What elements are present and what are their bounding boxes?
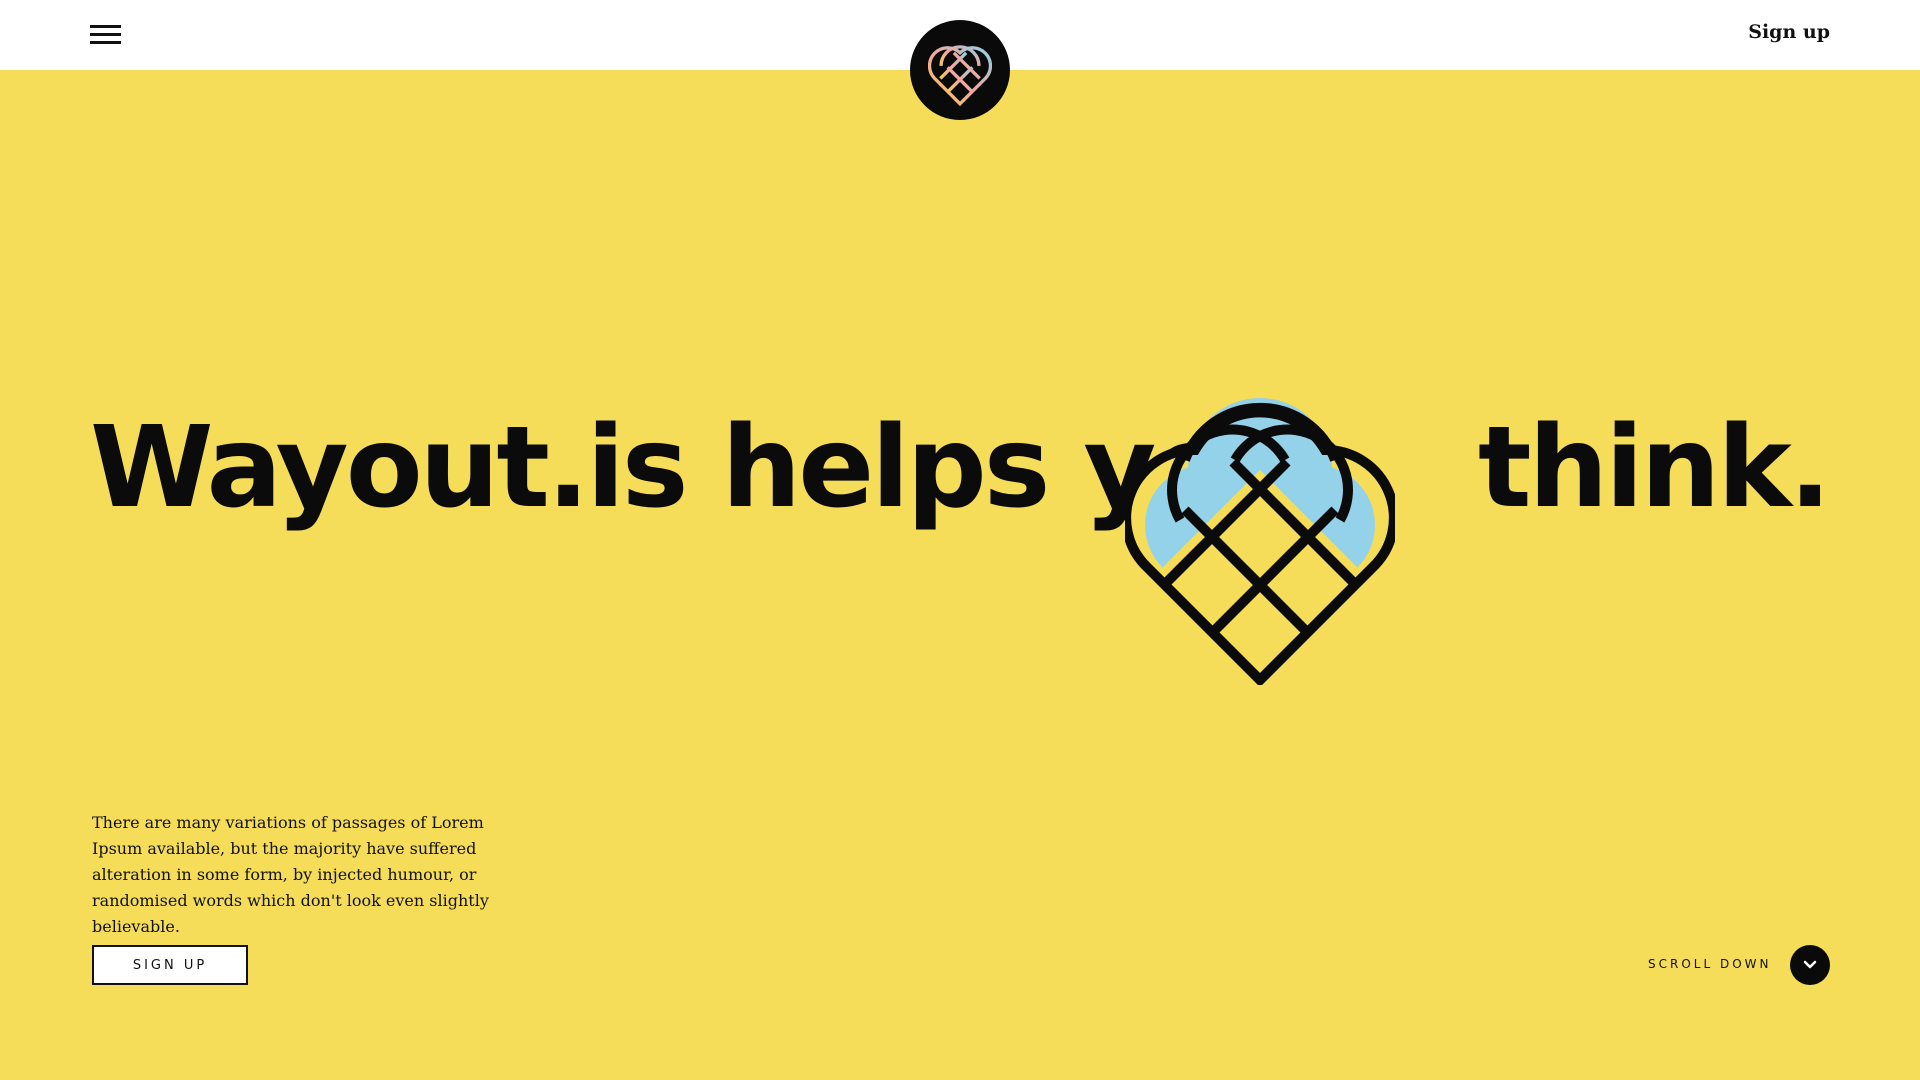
hero-description: There are many variations of passages of… <box>92 813 489 936</box>
logo-badge[interactable] <box>910 20 1010 120</box>
wayout-logo-icon <box>928 45 992 107</box>
headline-end-text: think. <box>1478 403 1831 533</box>
menu-line <box>90 25 121 28</box>
header-sign-up-link[interactable]: Sign up <box>1748 21 1830 43</box>
scroll-down-button[interactable] <box>1790 945 1830 985</box>
hamburger-menu-icon[interactable] <box>90 25 121 45</box>
sign-up-button[interactable]: SIGN UP <box>92 945 248 985</box>
chevron-down-icon <box>1803 960 1817 969</box>
wayout-mark-icon <box>1125 398 1395 685</box>
scroll-down-label[interactable]: SCROLL DOWN <box>1648 957 1772 971</box>
headline-text: Wayout.is helps you <box>90 403 1307 533</box>
menu-line <box>90 33 121 36</box>
menu-line <box>90 41 121 44</box>
